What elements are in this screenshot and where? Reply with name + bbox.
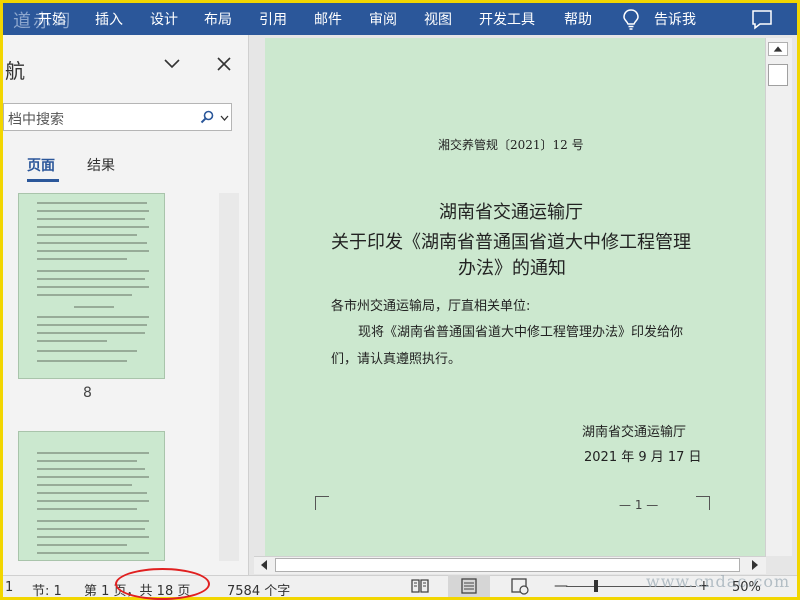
- lightbulb-icon[interactable]: [621, 8, 641, 30]
- tab-layout[interactable]: 布局: [204, 9, 232, 29]
- document-number: 湘交养管规〔2021〕12 号: [438, 138, 584, 152]
- ribbon-menu-bar: 道赤习 开始 插入 设计 布局 引用 邮件 审阅 视图 开发工具 帮助 告诉我: [3, 3, 797, 35]
- nav-scrollbar[interactable]: [219, 193, 239, 561]
- document-body-line2: 们，请认真遵照执行。: [331, 352, 462, 367]
- status-word-count[interactable]: 7584 个字: [227, 580, 290, 599]
- nav-pane-title: 航: [5, 59, 25, 83]
- print-layout-icon[interactable]: [459, 577, 479, 595]
- tab-review[interactable]: 审阅: [369, 9, 397, 29]
- search-icon[interactable]: [200, 110, 214, 124]
- tab-results[interactable]: 结果: [87, 155, 115, 175]
- document-signature-date: 2021 年 9 月 17 日: [584, 450, 702, 465]
- tell-me-search[interactable]: 告诉我: [654, 9, 696, 29]
- status-page-index[interactable]: 1: [5, 580, 13, 595]
- tab-references[interactable]: 引用: [259, 9, 287, 29]
- close-icon[interactable]: [217, 57, 231, 71]
- document-page[interactable]: 湘交养管规〔2021〕12 号 湖南省交通运输厅 关于印发《湖南省普通国省道大中…: [265, 38, 765, 556]
- tab-view[interactable]: 视图: [424, 9, 452, 29]
- document-greeting: 各市州交通运输局，厅直相关单位:: [331, 299, 531, 314]
- page-count-highlight-circle: [115, 568, 210, 600]
- zoom-level[interactable]: 50%: [732, 580, 761, 595]
- tab-developer[interactable]: 开发工具: [479, 9, 535, 29]
- navigation-pane: 航 档中搜索 页面 结果 8: [3, 35, 248, 575]
- web-layout-icon[interactable]: [510, 577, 530, 595]
- site-watermark: www.cndac.com: [646, 572, 791, 591]
- status-section[interactable]: 节: 1: [32, 580, 62, 599]
- tab-help[interactable]: 帮助: [564, 9, 592, 29]
- tab-pages[interactable]: 页面: [27, 155, 55, 175]
- page-thumbnail-9[interactable]: [18, 431, 165, 561]
- comments-icon[interactable]: [751, 8, 773, 30]
- tab-insert[interactable]: 插入: [95, 9, 123, 29]
- tab-mailings[interactable]: 邮件: [314, 9, 342, 29]
- vertical-scrollbar-thumb[interactable]: [768, 64, 788, 86]
- search-options-chevron-icon[interactable]: [220, 115, 229, 121]
- page-thumbnail-label: 8: [83, 385, 92, 401]
- nav-search-input[interactable]: 档中搜索: [3, 103, 232, 131]
- margin-corner-right: [696, 496, 710, 510]
- document-title-line3: 办法》的通知: [458, 258, 566, 279]
- tab-home[interactable]: 开始: [38, 9, 66, 29]
- document-title-line2: 关于印发《湖南省普通国省道大中修工程管理: [331, 232, 691, 253]
- document-page-number: — 1 —: [619, 498, 659, 512]
- document-title-line1: 湖南省交通运输厅: [439, 202, 583, 223]
- read-mode-icon[interactable]: [410, 577, 430, 595]
- horizontal-scrollbar-thumb[interactable]: [275, 558, 740, 572]
- scroll-right-icon[interactable]: [748, 558, 762, 572]
- document-signature-org: 湖南省交通运输厅: [582, 425, 687, 440]
- tab-design[interactable]: 设计: [150, 9, 178, 29]
- tab-pages-underline: [27, 179, 59, 182]
- scroll-left-icon[interactable]: [257, 558, 271, 572]
- vertical-scrollbar[interactable]: [765, 38, 792, 556]
- chevron-down-icon[interactable]: [164, 59, 180, 69]
- document-body-line1: 现将《湖南省普通国省道大中修工程管理办法》印发给你: [358, 325, 684, 340]
- page-thumbnail-8[interactable]: [18, 193, 165, 379]
- zoom-slider-thumb[interactable]: [594, 580, 598, 592]
- scroll-up-icon[interactable]: [768, 42, 788, 56]
- margin-corner-left: [315, 496, 329, 510]
- nav-search-placeholder: 档中搜索: [8, 112, 64, 128]
